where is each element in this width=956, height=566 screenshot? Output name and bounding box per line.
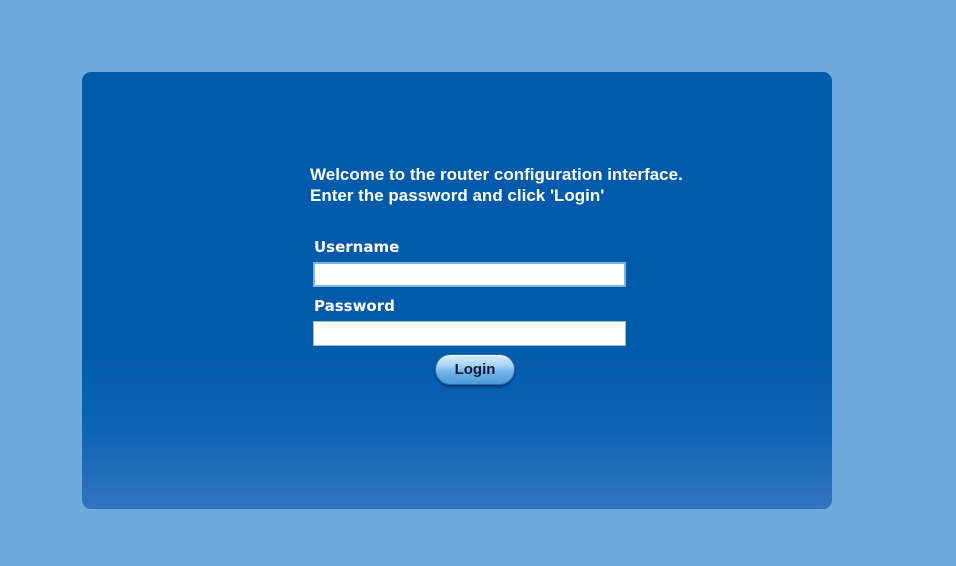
username-label: Username bbox=[314, 238, 400, 256]
welcome-line-2: Enter the password and click 'Login' bbox=[310, 186, 605, 205]
password-label: Password bbox=[314, 297, 395, 315]
password-field[interactable] bbox=[313, 321, 626, 346]
username-field[interactable] bbox=[313, 262, 626, 287]
login-panel: Welcome to the router configuration inte… bbox=[82, 72, 832, 509]
welcome-line-1: Welcome to the router configuration inte… bbox=[310, 165, 683, 184]
login-button[interactable]: Login bbox=[435, 354, 515, 385]
welcome-message: Welcome to the router configuration inte… bbox=[310, 164, 683, 206]
